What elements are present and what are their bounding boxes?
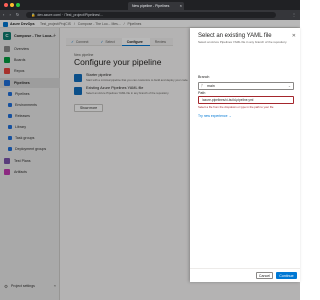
branch-dropdown[interactable]: ᚠ main ⌄ [198, 82, 294, 90]
browser-nav-buttons[interactable]: ‹ › ↻ [3, 12, 21, 17]
panel-subtitle: Select an Azure Pipelines YAML file in a… [198, 40, 288, 44]
address-bar-url: dev.azure.com/ · /Test_project/Pipelines… [37, 13, 104, 17]
maximize-window-button[interactable] [16, 3, 20, 7]
continue-button[interactable]: Continue [276, 272, 297, 279]
window-controls [4, 3, 20, 7]
chevron-down-icon: ⌄ [287, 84, 291, 88]
path-label: Path [198, 91, 206, 95]
select-yaml-panel: Select an existing YAML file ✕ Select an… [190, 28, 300, 282]
close-icon[interactable]: ✕ [292, 33, 296, 39]
close-tab-icon[interactable]: × [180, 2, 182, 10]
browser-menu-icon[interactable]: ⋮ [292, 12, 296, 17]
browser-tab[interactable]: New pipeline - Pipelines × [128, 2, 184, 10]
branch-icon: ᚠ [201, 84, 204, 88]
close-window-button[interactable] [4, 3, 8, 7]
browser-tab-title: New pipeline - Pipelines [132, 4, 170, 8]
address-bar[interactable]: 🔒 dev.azure.com/ · /Test_project/Pipeline… [26, 12, 276, 18]
panel-title: Select an existing YAML file [198, 33, 272, 39]
minimize-window-button[interactable] [10, 3, 14, 7]
cancel-button[interactable]: Cancel [256, 272, 273, 279]
path-error-message: Select a file from the dropdown or type … [198, 105, 274, 109]
path-input[interactable]: /azure-pipelines/ci-build-pipeline.yml [198, 96, 294, 104]
browser-toolbar: ‹ › ↻ 🔒 dev.azure.com/ · /Test_project/Pi… [0, 10, 300, 20]
browser-tabstrip: New pipeline - Pipelines × [0, 0, 300, 10]
lock-icon: 🔒 [31, 13, 36, 17]
branch-value: main [207, 84, 215, 88]
new-experience-link[interactable]: Try new experience → [198, 114, 232, 118]
panel-footer: Cancel Continue [190, 268, 300, 282]
branch-label: Branch [198, 75, 210, 79]
